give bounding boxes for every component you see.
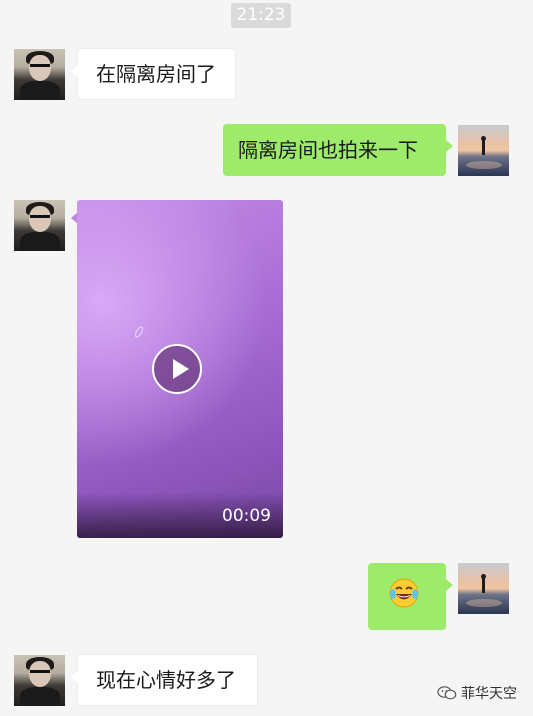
contact-avatar[interactable] xyxy=(14,200,65,251)
my-avatar[interactable] xyxy=(458,563,509,614)
message-text: 在隔离房间了 xyxy=(96,62,216,86)
message-bubble-incoming[interactable]: 在隔离房间了 xyxy=(71,48,236,100)
message-bubble-outgoing[interactable]: 隔离房间也拍来一下 xyxy=(223,124,453,176)
contact-avatar[interactable] xyxy=(14,49,65,100)
video-frame-speck xyxy=(133,325,145,339)
play-icon[interactable] xyxy=(152,344,202,394)
my-avatar[interactable] xyxy=(458,125,509,176)
message-text: 现在心情好多了 xyxy=(96,668,236,692)
timestamp: 21:23 xyxy=(231,3,291,28)
message-text: 隔离房间也拍来一下 xyxy=(238,138,418,162)
video-message[interactable]: 00:09 xyxy=(77,200,283,538)
tears-of-joy-emoji-icon xyxy=(389,578,419,608)
wechat-icon xyxy=(437,686,457,700)
contact-avatar[interactable] xyxy=(14,655,65,706)
watermark-text: 菲华天空 xyxy=(461,686,517,702)
video-duration: 00:09 xyxy=(222,506,271,526)
watermark: 菲华天空 xyxy=(437,683,517,703)
message-bubble-incoming[interactable]: 现在心情好多了 xyxy=(71,654,258,706)
